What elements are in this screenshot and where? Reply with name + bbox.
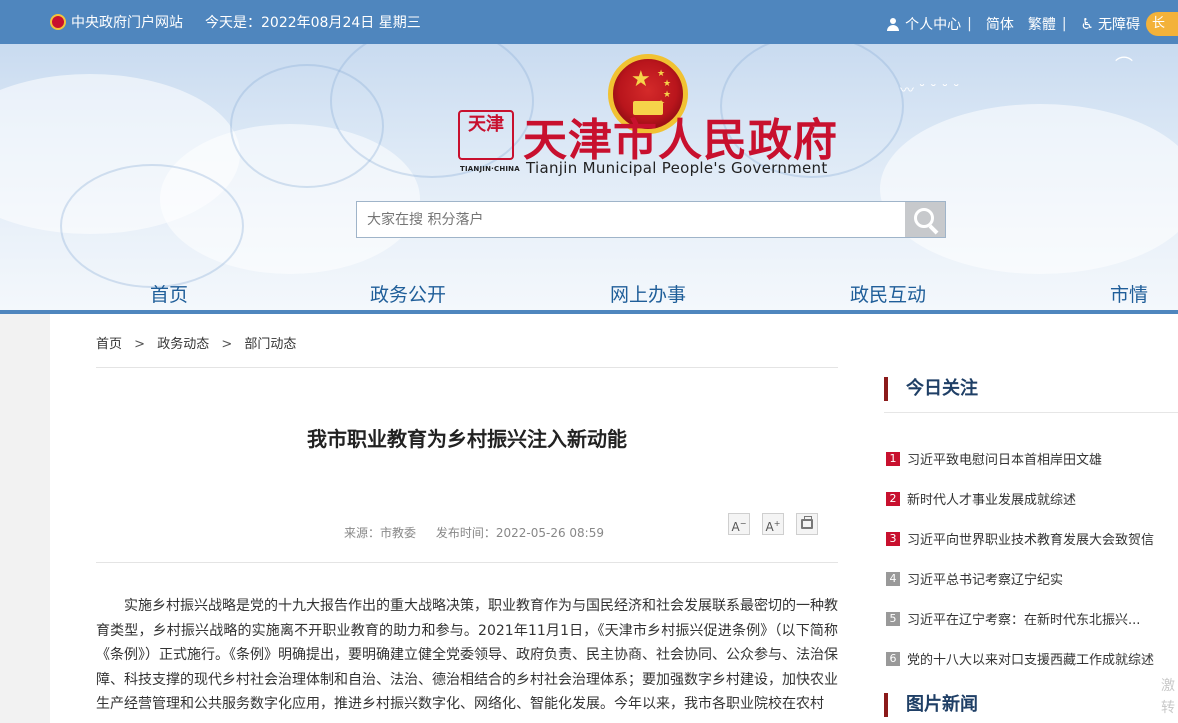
nav-interaction[interactable]: 政民互动 (850, 280, 926, 307)
elderly-mode-button[interactable]: 长 (1146, 12, 1178, 36)
news-item[interactable]: 4 习近平总书记考察辽宁纪实 (886, 569, 1063, 588)
site-subtitle: Tianjin Municipal People's Government (526, 159, 828, 177)
news-item[interactable]: 3 习近平向世界职业技术教育发展大会致贺信 (886, 529, 1154, 548)
accessibility-icon: ♿ (1080, 15, 1094, 33)
divider: | (967, 16, 972, 32)
print-icon (801, 516, 813, 529)
breadcrumb-separator: > (221, 337, 233, 352)
star-icon: ★ (657, 69, 666, 79)
star-icon: ★ (663, 79, 672, 89)
news-rank: 1 (886, 451, 900, 466)
nav-home[interactable]: 首页 (150, 280, 188, 307)
bird-decoration: 〰 ˘ ˘ ˘ ˘ (900, 83, 960, 99)
article-title: 我市职业教育为乡村振兴注入新动能 (307, 427, 627, 451)
today-focus-heading: 今日关注 (884, 377, 978, 401)
cloud-decoration (880, 104, 1178, 274)
breadcrumb-dept-news[interactable]: 部门动态 (244, 337, 296, 352)
news-title[interactable]: 新时代人才事业发展成就综述 (907, 489, 1076, 508)
national-emblem-icon (50, 14, 66, 30)
nav-city-info[interactable]: 市情 (1110, 280, 1148, 307)
news-rank: 2 (886, 491, 900, 506)
news-item[interactable]: 5 习近平在辽宁考察：在新时代东北振兴... (886, 609, 1140, 628)
left-gutter (0, 314, 50, 723)
watermark: 激 转 (1161, 678, 1175, 716)
font-decrease-button[interactable]: A− (728, 513, 750, 535)
news-title[interactable]: 习近平向世界职业技术教育发展大会致贺信 (907, 529, 1154, 548)
news-title[interactable]: 习近平在辽宁考察：在新时代东北振兴... (907, 609, 1140, 628)
top-bar-left: 中央政府门户网站 今天是：2022年08月24日 星期三 (50, 12, 421, 32)
breadcrumb: 首页 > 政务动态 > 部门动态 (96, 333, 304, 352)
sidebar-divider (884, 412, 1178, 413)
news-rank: 5 (886, 611, 900, 626)
article-top-divider (96, 367, 838, 368)
star-icon: ★ (631, 67, 651, 92)
news-rank: 3 (886, 531, 900, 546)
main-nav: 首页 政务公开 网上办事 政民互动 市情 (0, 280, 1178, 310)
user-icon (887, 17, 900, 31)
current-date: 今天是：2022年08月24日 星期三 (205, 15, 421, 31)
nav-underline (0, 310, 1178, 314)
traditional-link[interactable]: 繁體 (1028, 14, 1056, 34)
divider: | (1061, 16, 1067, 32)
article-meta-divider (96, 562, 838, 563)
nav-government-affairs[interactable]: 政务公开 (370, 280, 446, 307)
user-center-link[interactable]: 个人中心 (905, 14, 961, 34)
flower-decoration (60, 164, 244, 288)
nav-online-services[interactable]: 网上办事 (610, 280, 686, 307)
top-bar: 中央政府门户网站 今天是：2022年08月24日 星期三 个人中心 | 简体 繁… (0, 0, 1178, 44)
news-item[interactable]: 1 习近平致电慰问日本首相岸田文雄 (886, 449, 1102, 468)
article-body: 实施乡村振兴战略是党的十九大报告作出的重大战略决策，职业教育作为与国民经济和社会… (96, 598, 838, 712)
accessibility-link[interactable]: 无障碍 (1098, 14, 1140, 34)
tianjin-logo-caption: TIANJIN·CHINA (460, 165, 520, 173)
article-publish-time: 发布时间：2022-05-26 08:59 (435, 526, 604, 540)
top-bar-right: 个人中心 | 简体 繁體 | ♿ 无障碍 长 (881, 12, 1178, 36)
search-box (356, 201, 946, 238)
font-increase-button[interactable]: A+ (762, 513, 784, 535)
photo-news-heading: 图片新闻 (884, 693, 978, 717)
print-button[interactable] (796, 513, 818, 535)
news-title[interactable]: 习近平总书记考察辽宁纪实 (907, 569, 1063, 588)
breadcrumb-separator: > (134, 337, 146, 352)
portal-link[interactable]: 中央政府门户网站 (71, 12, 183, 32)
simplified-link[interactable]: 简体 (986, 14, 1014, 34)
news-rank: 6 (886, 651, 900, 666)
tianjin-logo: 天津 (458, 110, 514, 160)
header-banner: 〰 ˘ ˘ ˘ ˘ ⌒ ★ ★ ★ ★ ★ 天津 TIANJIN·CHINA 天… (0, 44, 1178, 312)
breadcrumb-gov-news[interactable]: 政务动态 (157, 337, 209, 352)
article-source: 来源：市教委 (344, 526, 417, 540)
news-title[interactable]: 习近平致电慰问日本首相岸田文雄 (907, 449, 1102, 468)
news-rank: 4 (886, 571, 900, 586)
news-item[interactable]: 2 新时代人才事业发展成就综述 (886, 489, 1076, 508)
bird-decoration: ⌒ (1115, 56, 1133, 77)
breadcrumb-home[interactable]: 首页 (96, 337, 122, 352)
search-input[interactable] (357, 202, 905, 237)
search-button[interactable] (905, 202, 945, 237)
article-meta: 来源：市教委 发布时间：2022-05-26 08:59 (344, 524, 604, 541)
news-title[interactable]: 党的十八大以来对口支援西藏工作成就综述 (907, 649, 1154, 668)
news-item[interactable]: 6 党的十八大以来对口支援西藏工作成就综述 (886, 649, 1154, 668)
